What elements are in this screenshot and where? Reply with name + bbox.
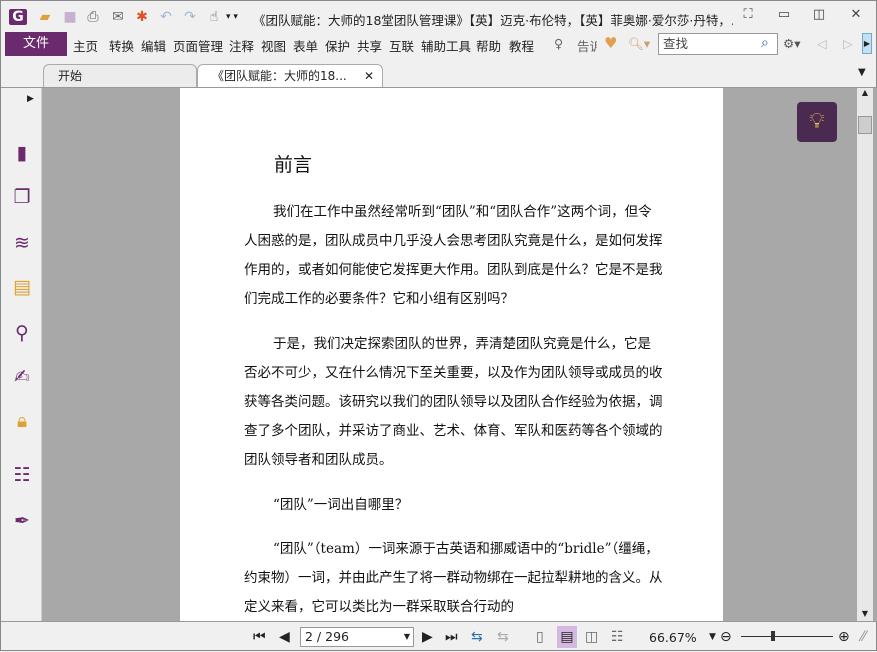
facing-pages-icon[interactable]: ◫ <box>585 629 598 645</box>
zoom-out-icon[interactable]: ⊖ <box>720 629 732 645</box>
close-tab-icon[interactable]: ✕ <box>364 65 374 87</box>
menu-accessibility[interactable]: 辅助工具 <box>421 36 471 55</box>
menu-page-management[interactable]: 页面管理 <box>173 36 223 55</box>
paragraph: 我们在工作中虽然经常听到“团队”和“团队合作”这两个词，但令人困惑的是，团队成员… <box>244 204 663 307</box>
continuous-facing-icon[interactable]: ☷ <box>611 629 624 645</box>
expand-panel-icon[interactable]: ▶ <box>27 94 34 104</box>
tab-bar: 开始 《团队赋能：大师的18... ✕ ▼ <box>1 57 877 87</box>
zoom-slider[interactable] <box>741 636 833 637</box>
vertical-scrollbar[interactable]: ▲ ▼ <box>857 88 873 622</box>
customize-dropdown-icon[interactable]: ▾ ▾ <box>223 9 241 25</box>
heart-icon[interactable]: ♥ <box>604 34 617 52</box>
page-number-input[interactable]: 2 / 296 ▼ <box>300 627 414 647</box>
fullscreen-icon[interactable]: ⛶ <box>738 7 758 25</box>
tab-start[interactable]: 开始 <box>43 64 197 87</box>
redo-icon[interactable]: ↷ <box>181 9 199 25</box>
close-button[interactable]: ✕ <box>846 7 866 25</box>
page-thumbnail-icon[interactable]: ▮ <box>9 140 35 166</box>
security-lock-icon[interactable]: 🔒︎ <box>9 408 35 434</box>
status-bar: ⏮ ◀ 2 / 296 ▼ ▶ ⏭ ⇆ ⇆ ▯ ▤ ◫ ☷ 66.67% ▼ ⊖ … <box>1 621 877 652</box>
menu-convert[interactable]: 转换 <box>109 36 134 55</box>
tip-lightbulb-button[interactable]: 💡︎ <box>797 102 837 142</box>
attachment-icon[interactable]: ⚲ <box>9 320 35 346</box>
form-fields-icon[interactable]: ☷ <box>9 462 35 488</box>
zoom-slider-handle[interactable] <box>771 631 775 641</box>
page-number: 2 / 296 <box>305 629 349 644</box>
print-icon[interactable]: ⎙ <box>84 9 102 25</box>
title-bar: G ▰ ■ ⎙ ✉ ✱ ↶ ↷ ☝ ▾ ▾ 《团队赋能：大师的18堂团队管理课》… <box>1 1 877 32</box>
layers-icon[interactable]: ≋ <box>9 230 35 256</box>
prev-arrow-icon[interactable]: ◁ <box>817 36 827 51</box>
hand-tool-icon[interactable]: ☝ <box>205 9 223 25</box>
menu-home[interactable]: 主页 <box>73 36 98 55</box>
menu-share[interactable]: 共享 <box>357 36 382 55</box>
tell-me[interactable]: 告诉 <box>577 36 597 55</box>
menu-tutorial[interactable]: 教程 <box>509 36 534 55</box>
window-title: 《团队赋能：大师的18堂团队管理课》【英】迈克·布伦特，【英】菲奥娜·爱尔莎·丹… <box>253 13 733 28</box>
email-icon[interactable]: ✉ <box>109 9 127 25</box>
next-view-icon[interactable]: ⇆ <box>497 629 509 645</box>
zoom-dropdown-icon[interactable]: ▼ <box>709 632 716 642</box>
app-logo-icon: G <box>9 9 27 25</box>
lightbulb-icon[interactable]: ♀ <box>554 36 563 51</box>
navigation-sidebar: ▶ ▮ ❐ ≋ ▤ ⚲ ✍ 🔒︎ ☷ ✒ <box>1 88 42 622</box>
tab-document-label: 《团队赋能：大师的18... <box>212 69 347 83</box>
scroll-thumb[interactable] <box>858 116 872 134</box>
page-dropdown-icon[interactable]: ▼ <box>404 628 410 646</box>
tab-list-dropdown-icon[interactable]: ▼ <box>858 67 866 78</box>
menu-edit[interactable]: 编辑 <box>141 36 166 55</box>
menu-connect[interactable]: 互联 <box>389 36 414 55</box>
menu-comment[interactable]: 注释 <box>229 36 254 55</box>
menu-view[interactable]: 视图 <box>261 36 286 55</box>
menu-help[interactable]: 帮助 <box>476 36 501 55</box>
scroll-down-icon[interactable]: ▼ <box>858 609 872 621</box>
resize-grip-icon[interactable]: ⁄⁄ <box>861 629 866 645</box>
ribbon-expand-button[interactable]: ▶ <box>862 33 872 54</box>
single-page-icon[interactable]: ▯ <box>536 629 544 645</box>
signature-icon[interactable]: ✍ <box>9 364 35 390</box>
maximize-button[interactable]: ◫ <box>809 7 829 25</box>
menu-form[interactable]: 表单 <box>293 36 318 55</box>
continuous-page-icon[interactable]: ▤ <box>557 626 577 648</box>
search-icon[interactable]: ⌕ <box>761 35 769 51</box>
pdf-page: 前言 我们在工作中虽然经常听到“团队”和“团队合作”这两个词，但令人困惑的是，团… <box>180 88 723 622</box>
pages-icon[interactable]: ❐ <box>9 184 35 210</box>
menu-protect[interactable]: 保护 <box>325 36 350 55</box>
certify-icon[interactable]: ✒ <box>9 508 35 534</box>
new-document-icon[interactable]: ✱ <box>133 9 151 25</box>
paragraph: “团队”一词出自哪里？ <box>273 497 409 513</box>
page-heading: 前言 <box>274 154 313 176</box>
previous-view-icon[interactable]: ⇆ <box>471 629 483 645</box>
settings-gear-icon[interactable]: ⚙▾ <box>783 36 800 51</box>
paragraph: “团队”（team）一词来源于古英语和挪威语中的“bridle”（缰绳，约束物）… <box>244 541 663 615</box>
menu-bar: 文件 主页 转换 编辑 页面管理 注释 视图 表单 保护 共享 互联 辅助工具 … <box>1 32 877 57</box>
previous-page-icon[interactable]: ◀ <box>279 629 290 645</box>
save-icon[interactable]: ■ <box>61 9 79 25</box>
paragraph: 于是，我们决定探索团队的世界，弄清楚团队究竟是什么，它是否必不可少，又在什么情况… <box>244 336 663 468</box>
zoom-in-icon[interactable]: ⊕ <box>838 629 850 645</box>
comments-icon[interactable]: ▤ <box>9 274 35 300</box>
first-page-icon[interactable]: ⏮ <box>253 629 266 645</box>
next-page-icon[interactable]: ▶ <box>422 629 433 645</box>
document-area: ▶ ▮ ❐ ≋ ▤ ⚲ ✍ 🔒︎ ☷ ✒ 前言 我们在工作中虽然经常听到“团队”… <box>1 87 877 622</box>
next-arrow-icon[interactable]: ▷ <box>843 36 853 51</box>
zoom-level[interactable]: 66.67% <box>649 630 697 645</box>
file-menu[interactable]: 文件 <box>5 32 67 56</box>
tab-document[interactable]: 《团队赋能：大师的18... ✕ <box>197 64 383 87</box>
minimize-button[interactable]: ▭ <box>774 7 794 25</box>
search-folder-icon[interactable]: 🔍︎▾ <box>628 36 650 52</box>
scroll-up-icon[interactable]: ▲ <box>858 88 872 100</box>
open-folder-icon[interactable]: ▰ <box>36 9 54 25</box>
last-page-icon[interactable]: ⏭ <box>445 629 458 645</box>
search-input[interactable]: 查找 <box>658 33 778 55</box>
undo-icon[interactable]: ↶ <box>157 9 175 25</box>
